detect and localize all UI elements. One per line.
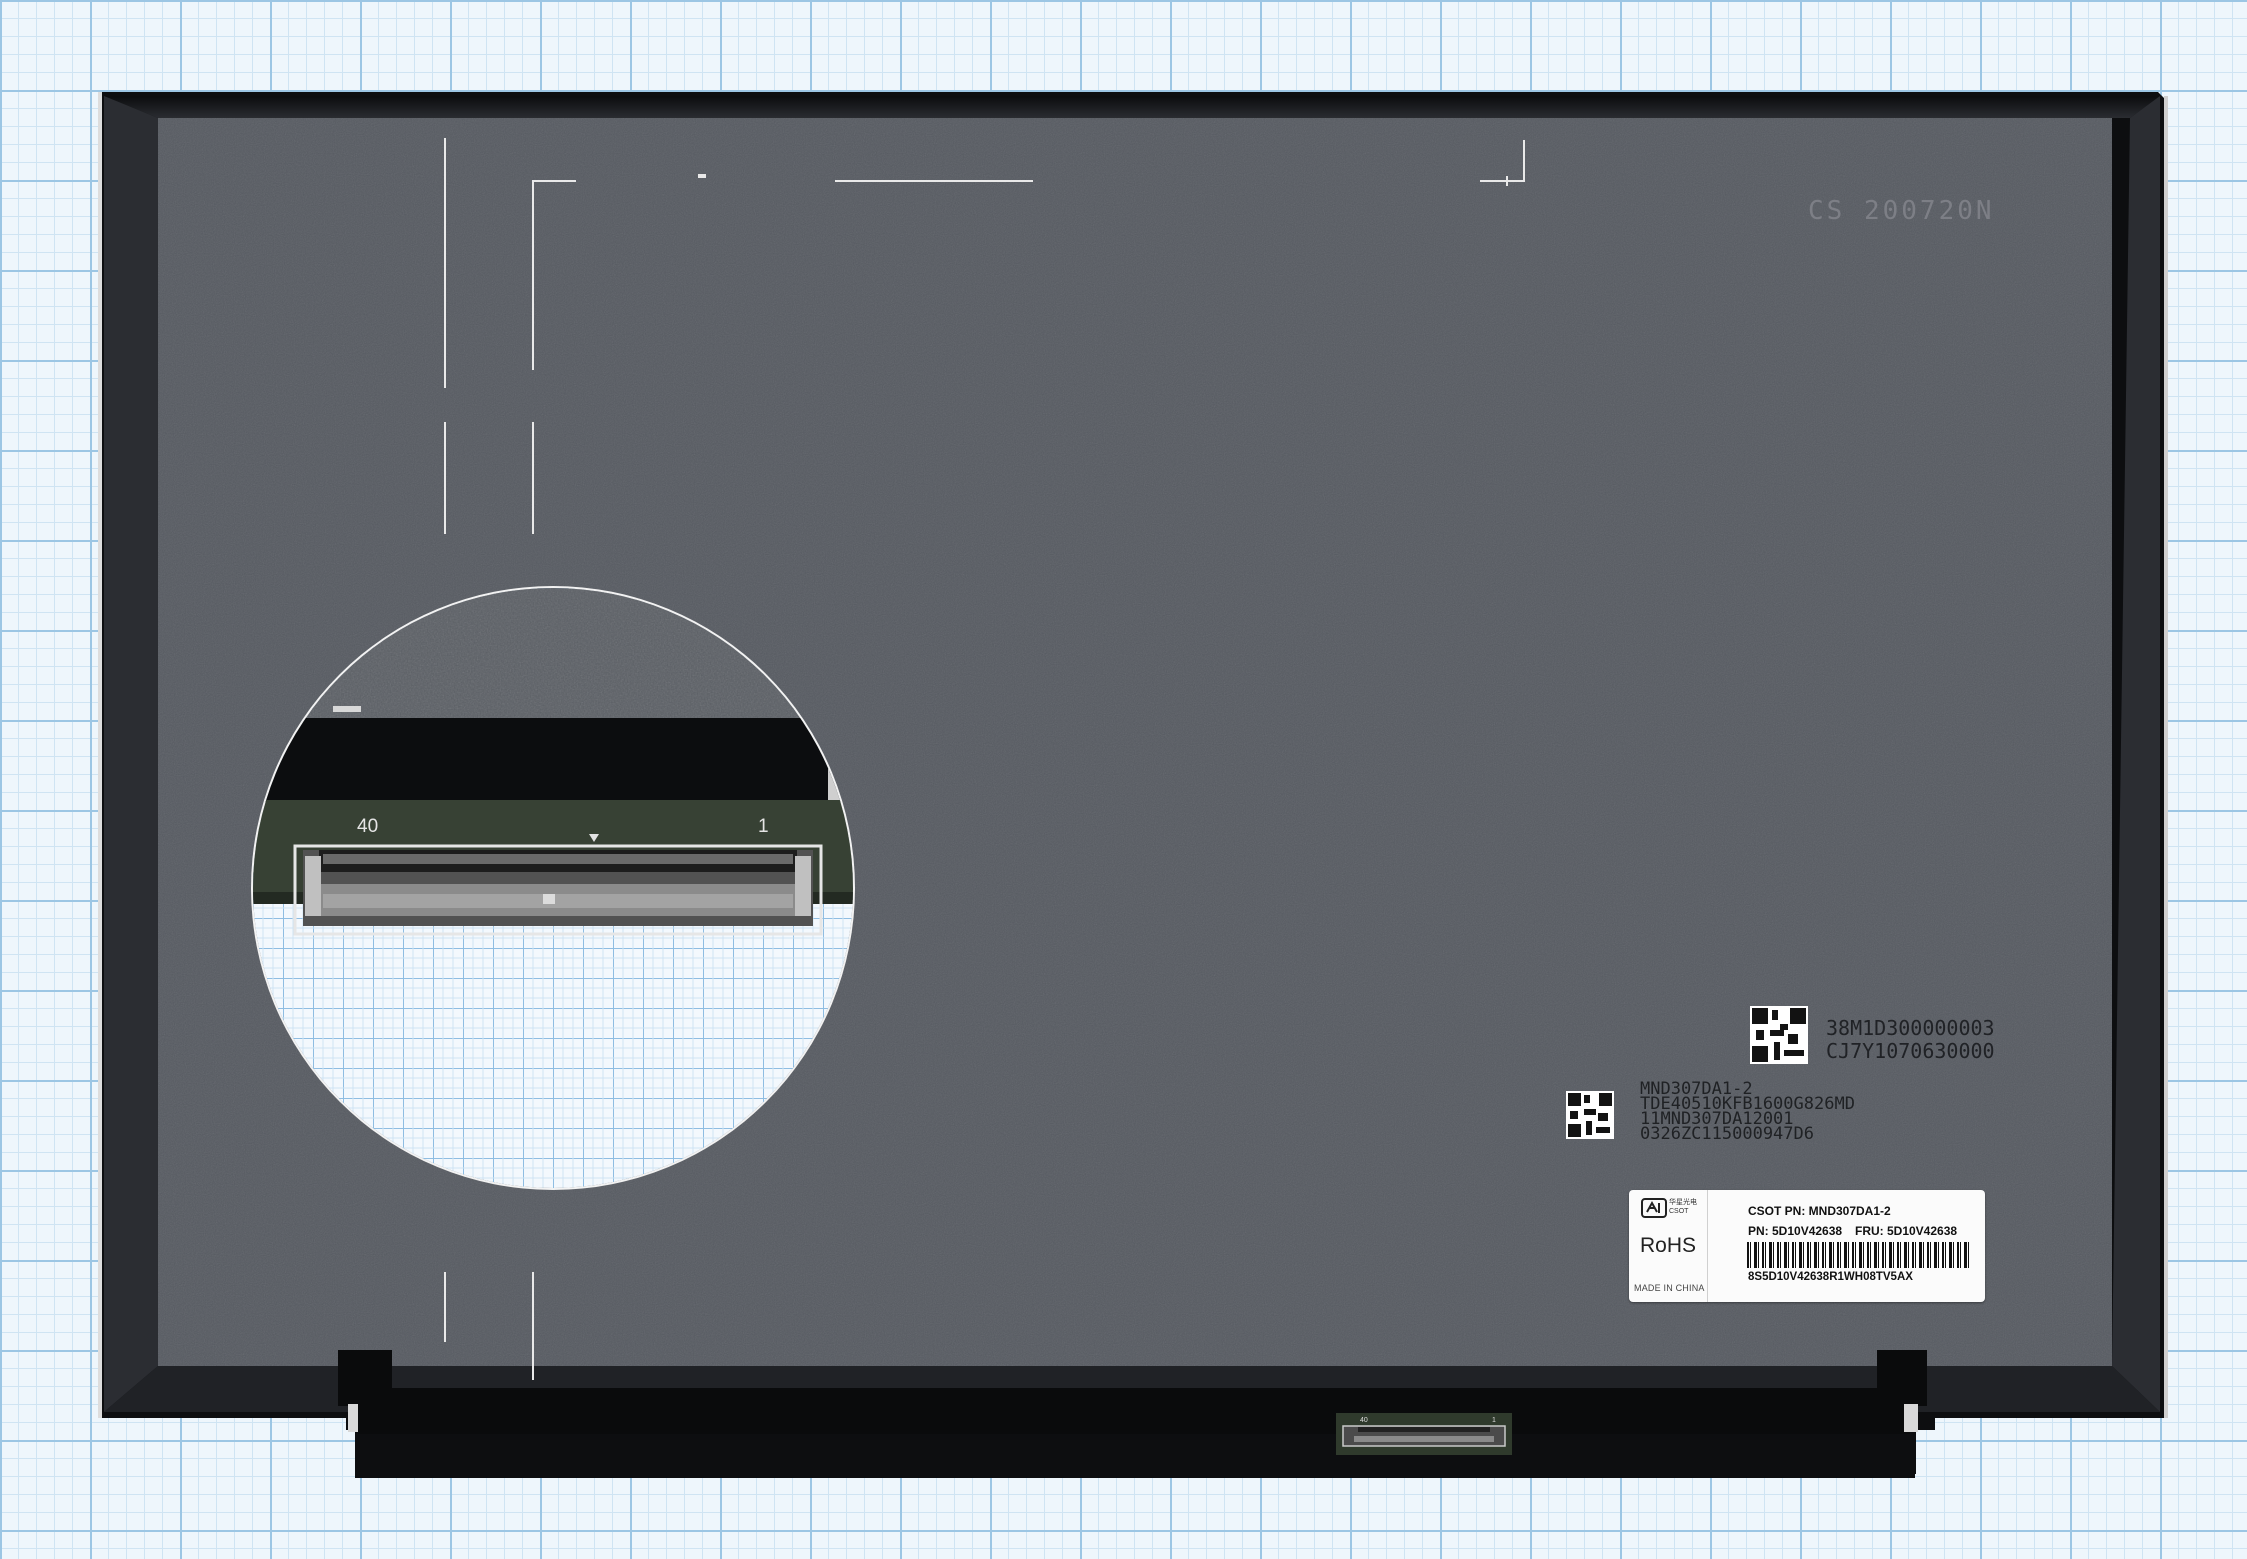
alignment-mark [532,422,534,534]
lot-code-line: 0326ZC115000947D6 [1640,1124,1814,1144]
serial-print-block: 38M1D300000003 CJ7Y1070630000 [1826,1018,1995,1064]
csot-pn-text: CSOT PN: MND307DA1-2 [1748,1204,1891,1218]
pin-1-label: 1 [758,816,769,837]
fru-text: FRU: 5D10V42638 [1855,1224,1958,1238]
qr-code-bottom [1566,1091,1614,1139]
rohs-mark: RoHS [1640,1234,1697,1257]
serial-line: 38M1D300000003 [1826,1016,1995,1040]
connector-pin-1-label: 1 [1492,1417,1496,1424]
label-serial-text: 8S5D10V42638R1WH08TV5AX [1748,1271,1913,1283]
alignment-mark [444,138,446,388]
alignment-mark [1480,180,1524,182]
serial-line: CJ7Y1070630000 [1826,1039,1995,1063]
alignment-mark [444,1272,446,1342]
zoom-scene [253,588,853,1188]
pin-40-label: 40 [357,816,379,837]
alignment-mark [1523,140,1525,182]
alignment-mark [532,1272,534,1380]
alignment-mark [532,180,534,370]
barcode [1747,1242,1969,1268]
made-in-text: MADE IN CHINA [1634,1283,1705,1293]
alignment-mark [698,174,706,178]
alignment-mark [532,180,576,182]
lot-code-block: MND307DA1-2 TDE40510KFB1600G826MD 11MND3… [1640,1081,1855,1144]
label-left-column: 华星光电 CSOT RoHS MADE IN CHINA [1629,1190,1708,1302]
product-label: 华星光电 CSOT RoHS MADE IN CHINA CSOT PN: MN… [1629,1190,1985,1302]
connector-pin-40-label: 40 [1360,1417,1368,1424]
alignment-mark [444,422,446,534]
alignment-mark [1506,176,1508,186]
csot-logo-icon [1641,1198,1667,1218]
qr-code-top [1750,1006,1808,1064]
alignment-mark [835,180,1033,182]
pn-text: PN: 5D10V42638 [1748,1224,1843,1238]
logo-text: 华星光电 CSOT [1669,1199,1697,1215]
connector-zoom-inset: 40 1 [253,588,853,1188]
panel-code-text: CS 200720N [1808,196,1995,226]
lcd-panel-photo: CS 200720N 38M1D300000003 CJ7Y1070630000… [0,0,2247,1559]
